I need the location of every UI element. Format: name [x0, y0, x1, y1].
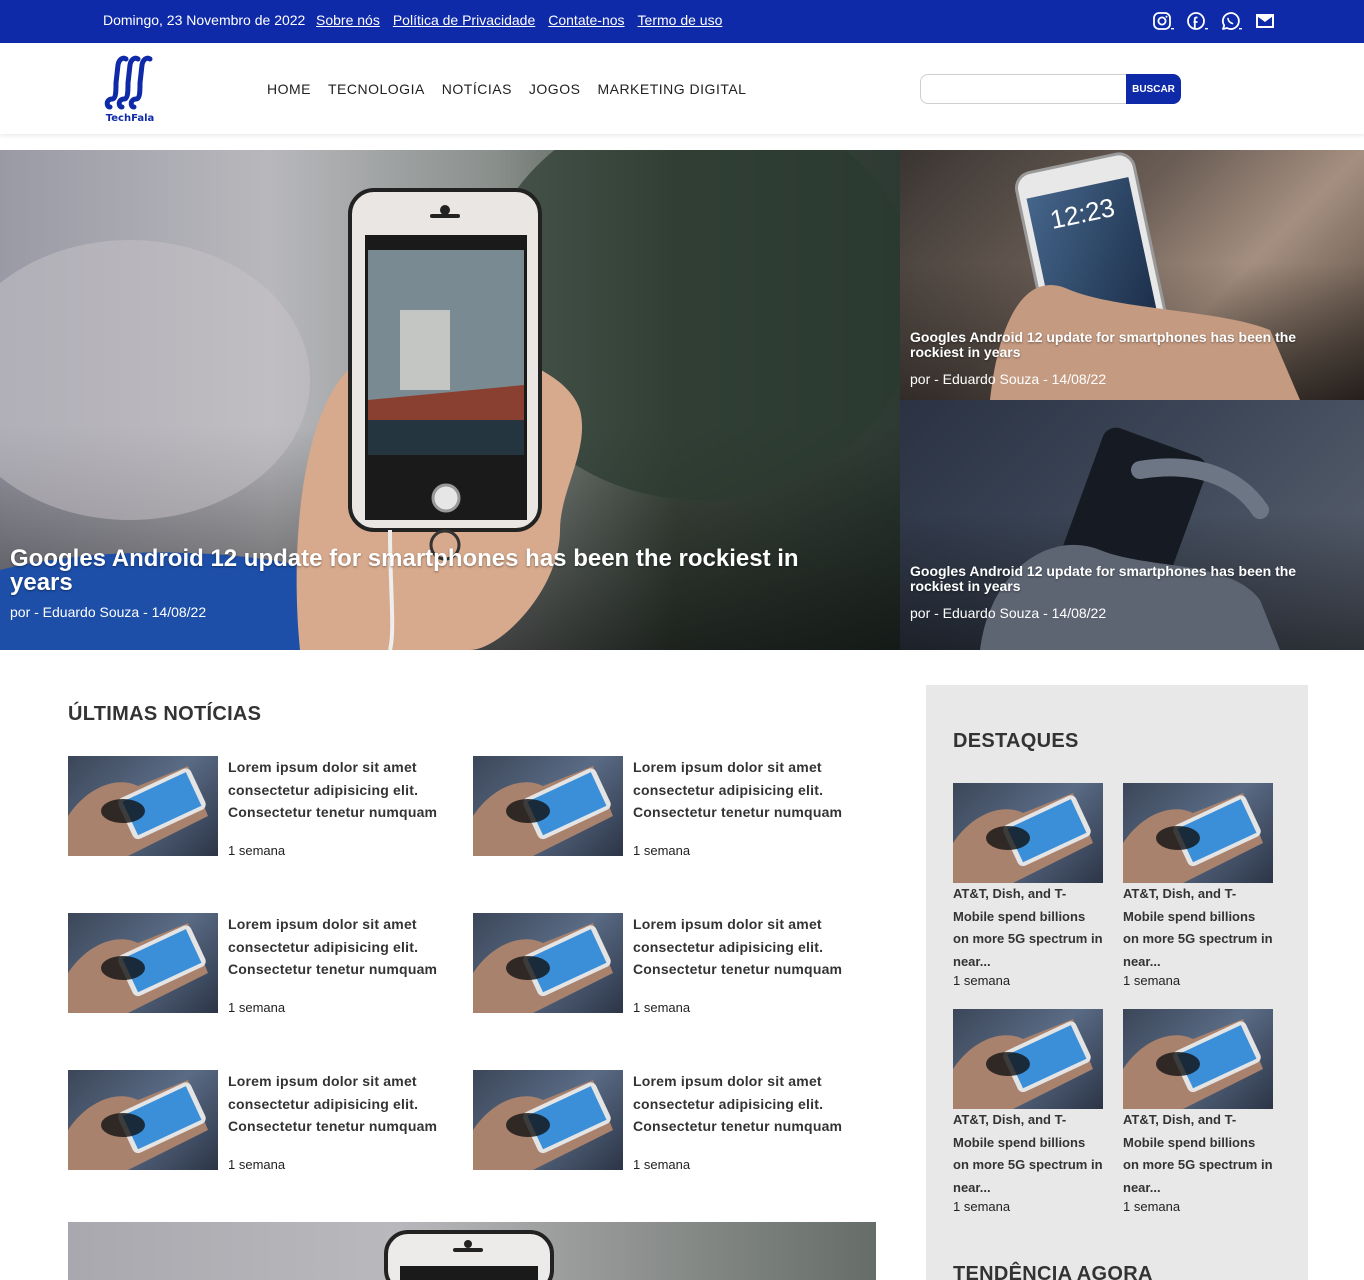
site-header: TechFala HOME TECNOLOGIA NOTÍCIAS JOGOS …	[0, 43, 1364, 134]
highlight-time: 1 semana	[1123, 973, 1181, 988]
top-links: Sobre nós Política de Privacidade Contat…	[316, 12, 722, 28]
highlight-title[interactable]: AT&T, Dish, and T-Mobile spend billions …	[1123, 1109, 1273, 1199]
news-title[interactable]: Lorem ipsum dolor sit amet consectetur a…	[633, 913, 873, 981]
hero-main-meta: por - Eduardo Souza - 14/08/22	[10, 604, 207, 620]
email-icon[interactable]	[1254, 10, 1278, 32]
news-time: 1 semana	[228, 1157, 286, 1172]
featured-banner[interactable]	[68, 1222, 876, 1280]
instagram-icon[interactable]	[1152, 10, 1176, 32]
main-nav: HOME TECNOLOGIA NOTÍCIAS JOGOS MARKETING…	[267, 81, 746, 97]
news-title[interactable]: Lorem ipsum dolor sit amet consectetur a…	[228, 913, 468, 981]
hero-main-title[interactable]: Googles Android 12 update for smartphone…	[10, 547, 800, 595]
logo-mark-icon	[104, 55, 153, 110]
nav-noticias[interactable]: NOTÍCIAS	[442, 81, 512, 97]
hero-side-title-2[interactable]: Googles Android 12 update for smartphone…	[910, 564, 1330, 594]
about-link[interactable]: Sobre nós	[316, 12, 380, 28]
news-time: 1 semana	[633, 1000, 691, 1015]
facebook-icon[interactable]	[1186, 10, 1210, 32]
news-title[interactable]: Lorem ipsum dolor sit amet consectetur a…	[633, 756, 873, 824]
news-time: 1 semana	[633, 843, 691, 858]
search-form: BUSCAR	[920, 74, 1181, 104]
news-item[interactable]: Lorem ipsum dolor sit amet consectetur a…	[68, 1070, 468, 1172]
terms-link[interactable]: Termo de uso	[638, 12, 723, 28]
highlight-title[interactable]: AT&T, Dish, and T-Mobile spend billions …	[953, 1109, 1103, 1199]
news-time: 1 semana	[228, 1000, 286, 1015]
logo-text: TechFala	[105, 113, 155, 124]
news-thumbnail[interactable]	[473, 756, 623, 856]
current-date: Domingo, 23 Novembro de 2022	[103, 12, 306, 28]
hero-side-meta-1: por - Eduardo Souza - 14/08/22	[910, 371, 1107, 387]
nav-jogos[interactable]: JOGOS	[529, 81, 581, 97]
highlight-thumbnail[interactable]	[953, 1009, 1103, 1109]
highlight-title[interactable]: AT&T, Dish, and T-Mobile spend billions …	[1123, 883, 1273, 973]
social-links	[1152, 10, 1278, 32]
search-input[interactable]	[920, 74, 1130, 104]
highlight-time: 1 semana	[953, 1199, 1011, 1214]
highlight-time: 1 semana	[953, 973, 1011, 988]
privacy-link[interactable]: Política de Privacidade	[393, 12, 535, 28]
news-title[interactable]: Lorem ipsum dolor sit amet consectetur a…	[228, 756, 468, 824]
news-time: 1 semana	[228, 843, 286, 858]
hero-side-image-1: 12:23	[990, 152, 1300, 400]
featured-banner-image	[384, 1230, 554, 1280]
highlight-thumbnail[interactable]	[953, 783, 1103, 883]
search-button[interactable]: BUSCAR	[1126, 74, 1181, 104]
news-thumbnail[interactable]	[68, 913, 218, 1013]
news-thumbnail[interactable]	[473, 913, 623, 1013]
highlights-title: DESTAQUES	[953, 730, 1079, 752]
whatsapp-icon[interactable]	[1220, 10, 1244, 32]
nav-home[interactable]: HOME	[267, 81, 311, 97]
hero-side-title-1[interactable]: Googles Android 12 update for smartphone…	[910, 330, 1330, 360]
hero-side-article-1[interactable]: 12:23 Googles Android 12 update for smar…	[900, 150, 1364, 400]
news-item[interactable]: Lorem ipsum dolor sit amet consectetur a…	[473, 913, 873, 1015]
hero-side-meta-2: por - Eduardo Souza - 14/08/22	[910, 605, 1107, 621]
news-title[interactable]: Lorem ipsum dolor sit amet consectetur a…	[228, 1070, 468, 1138]
news-item[interactable]: Lorem ipsum dolor sit amet consectetur a…	[473, 756, 873, 858]
news-thumbnail[interactable]	[68, 1070, 218, 1170]
highlight-thumbnail[interactable]	[1123, 783, 1273, 883]
news-item[interactable]: Lorem ipsum dolor sit amet consectetur a…	[68, 913, 468, 1015]
contact-link[interactable]: Contate-nos	[548, 12, 624, 28]
site-logo[interactable]: TechFala	[104, 53, 156, 127]
hero-main-article[interactable]: Googles Android 12 update for smartphone…	[0, 150, 900, 650]
news-thumbnail[interactable]	[473, 1070, 623, 1170]
highlight-time: 1 semana	[1123, 1199, 1181, 1214]
top-bar: Domingo, 23 Novembro de 2022 Sobre nós P…	[0, 0, 1364, 43]
trending-title: TENDÊNCIA AGORA	[953, 1263, 1153, 1280]
latest-news-title: ÚLTIMAS NOTÍCIAS	[68, 703, 262, 725]
nav-marketing-digital[interactable]: MARKETING DIGITAL	[597, 81, 746, 97]
news-time: 1 semana	[633, 1157, 691, 1172]
highlight-thumbnail[interactable]	[1123, 1009, 1273, 1109]
news-thumbnail[interactable]	[68, 756, 218, 856]
news-title[interactable]: Lorem ipsum dolor sit amet consectetur a…	[633, 1070, 873, 1138]
highlight-title[interactable]: AT&T, Dish, and T-Mobile spend billions …	[953, 883, 1103, 973]
nav-tecnologia[interactable]: TECNOLOGIA	[328, 81, 425, 97]
sidebar: DESTAQUES AT&T, Dish, and T-Mobile spend…	[926, 685, 1308, 1280]
news-item[interactable]: Lorem ipsum dolor sit amet consectetur a…	[68, 756, 468, 858]
news-item[interactable]: Lorem ipsum dolor sit amet consectetur a…	[473, 1070, 873, 1172]
hero-side-article-2[interactable]: Googles Android 12 update for smartphone…	[900, 400, 1364, 650]
